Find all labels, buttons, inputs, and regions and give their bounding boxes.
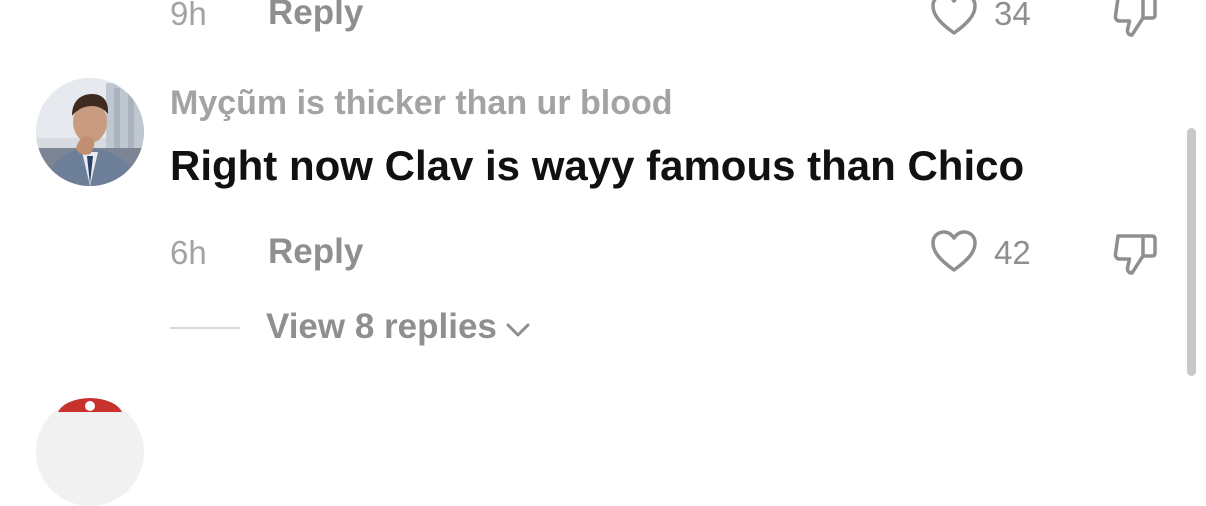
view-replies-label: View 8 replies [266,307,497,346]
chevron-down-icon [506,323,530,337]
previous-reply-button[interactable]: Reply [268,0,363,33]
thumbs-down-icon[interactable] [1110,228,1158,276]
comment-username[interactable]: Myçũm is thicker than ur blood [170,84,673,123]
comment-text: Right now Clav is wayy famous than Chico [170,142,1025,189]
replies-divider [170,327,240,329]
reply-button[interactable]: Reply [268,232,363,272]
scrollbar[interactable] [1187,128,1196,376]
previous-comment-actions: 9h Reply 34 [0,0,1206,50]
heart-outline-icon[interactable] [930,230,978,274]
comment-actions: 6h Reply 42 [0,228,1206,278]
comment-time: 6h [170,234,207,271]
next-avatar-image [36,398,144,506]
thumbs-down-icon[interactable] [1110,0,1158,38]
view-replies-button[interactable]: View 8 replies [266,307,531,347]
like-count: 42 [994,234,1031,271]
avatar[interactable] [36,78,144,186]
avatar-image [36,78,144,186]
previous-like-count: 34 [994,0,1031,32]
heart-outline-icon[interactable] [930,0,978,37]
previous-comment-time: 9h [170,0,207,32]
next-comment-avatar[interactable] [36,398,144,506]
